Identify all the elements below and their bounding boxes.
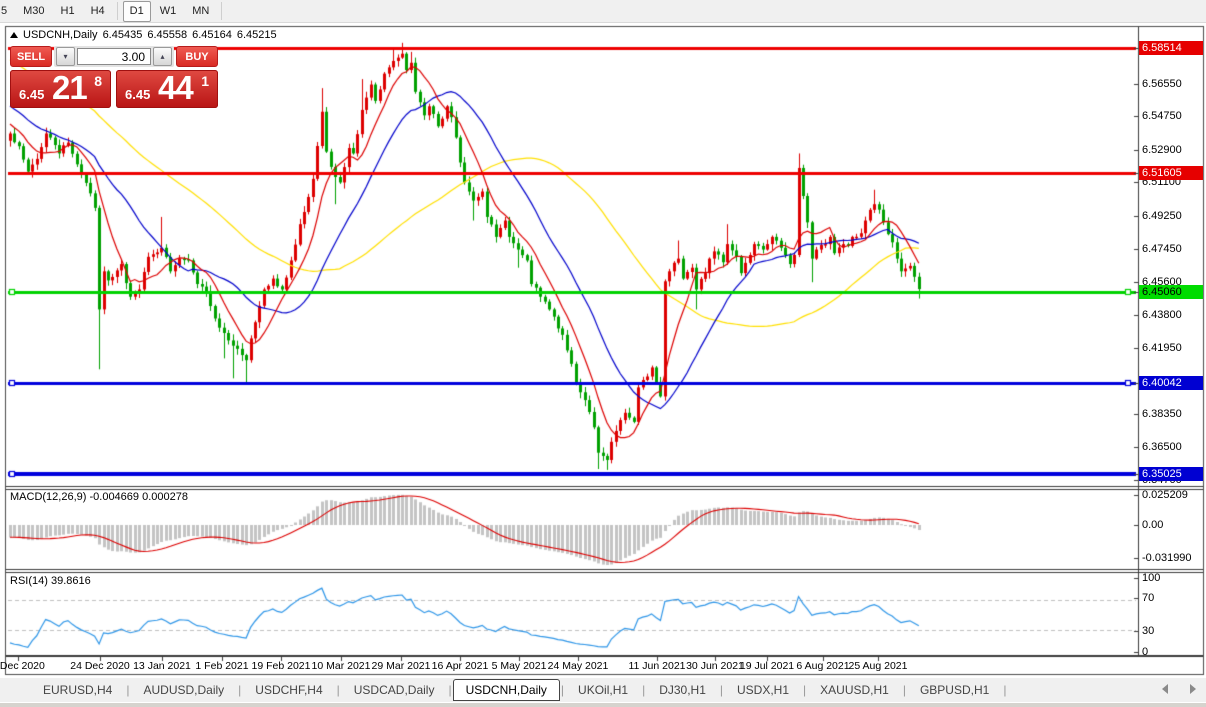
timeframe-button-H1[interactable]: H1 xyxy=(54,1,82,22)
axis-tick-label: 70 xyxy=(1142,592,1154,604)
timeframe-button-5[interactable]: 5 xyxy=(0,1,14,22)
tab-scroll-left-icon[interactable] xyxy=(1162,684,1168,694)
date-tick-label: 25 Aug 2021 xyxy=(849,660,908,672)
date-tick-label: 30 Jun 2021 xyxy=(686,660,744,672)
timeframe-button-M30[interactable]: M30 xyxy=(16,1,51,22)
axis-tick-label: 6.36500 xyxy=(1142,441,1182,453)
chart-tab-gbpusd-h1[interactable]: GBPUSD,H1 xyxy=(907,680,1002,700)
date-tick-label: 29 Mar 2021 xyxy=(372,660,431,672)
ohlc-high: 6.45558 xyxy=(147,29,187,41)
timeframe-button-D1[interactable]: D1 xyxy=(123,1,151,22)
chart-tab-eurusd-h4[interactable]: EURUSD,H4 xyxy=(30,680,125,700)
status-strip xyxy=(0,702,1206,707)
buy-price-box[interactable]: 6.45 44 1 xyxy=(116,70,218,108)
tab-separator: | xyxy=(561,683,564,697)
tab-separator: | xyxy=(126,683,129,697)
tab-separator: | xyxy=(238,683,241,697)
price-line-badge: 6.58514 xyxy=(1139,41,1203,55)
date-tick-label: 6 Aug 2021 xyxy=(796,660,849,672)
price-line-badge: 6.35025 xyxy=(1139,467,1203,481)
volume-input[interactable] xyxy=(77,48,151,65)
ohlc-low: 6.45164 xyxy=(192,29,232,41)
axis-tick-label: 6.43800 xyxy=(1142,309,1182,321)
axis-tick-label: 6.54750 xyxy=(1142,110,1182,122)
axis-tick-label: 6.49250 xyxy=(1142,210,1182,222)
date-tick-label: 5 May 2021 xyxy=(492,660,547,672)
collapse-chart-icon[interactable] xyxy=(10,32,18,38)
tab-separator: | xyxy=(1003,683,1006,697)
ohlc-close: 6.45215 xyxy=(237,29,277,41)
buy-price-big: 44 xyxy=(158,69,193,107)
ohlc-open: 6.45435 xyxy=(103,29,143,41)
chart-tab-usdcad-daily[interactable]: USDCAD,Daily xyxy=(341,680,448,700)
date-tick-label: 10 Mar 2021 xyxy=(312,660,371,672)
rsi-label: RSI(14) 39.8616 xyxy=(10,575,91,587)
macd-label: MACD(12,26,9) -0.004669 0.000278 xyxy=(10,491,188,503)
chart-symbol-label: USDCNH,Daily xyxy=(23,29,98,41)
volume-increase-button[interactable]: ▴ xyxy=(153,47,172,66)
timeframe-button-W1[interactable]: W1 xyxy=(153,1,184,22)
chart-tab-audusd-daily[interactable]: AUDUSD,Daily xyxy=(130,680,237,700)
axis-tick-label: 30 xyxy=(1142,625,1154,637)
sell-price-sup: 8 xyxy=(94,73,102,89)
sell-price-prefix: 6.45 xyxy=(19,87,44,102)
axis-tick-label: 0.00 xyxy=(1142,519,1163,531)
tab-separator: | xyxy=(803,683,806,697)
chart-tab-usdx-h1[interactable]: USDX,H1 xyxy=(724,680,802,700)
date-tick-label: 5 Dec 2020 xyxy=(0,660,45,672)
date-tick-label: 19 Jul 2021 xyxy=(740,660,794,672)
chart-title: USDCNH,Daily 6.45435 6.45558 6.45164 6.4521… xyxy=(10,29,277,41)
chart-tab-usdchf-h4[interactable]: USDCHF,H4 xyxy=(242,680,335,700)
axis-tick-label: 0 xyxy=(1142,646,1148,658)
mt4-chart-window: 5M30H1H4D1W1MN USDCNH,Daily 6.454356.455… xyxy=(0,0,1206,707)
volume-strip: ▾ ▴ xyxy=(54,46,174,67)
date-tick-label: 16 Apr 2021 xyxy=(432,660,489,672)
buy-button[interactable]: BUY xyxy=(176,46,218,67)
price-line-badge: 6.40042 xyxy=(1139,376,1203,390)
one-click-trade-panel: SELL ▾ ▴ BUY 6.45 21 8 6.45 44 1 xyxy=(10,46,218,108)
price-line-badge: 6.51605 xyxy=(1139,166,1203,180)
tab-scroll-right-icon[interactable] xyxy=(1190,684,1196,694)
date-tick-label: 19 Feb 2021 xyxy=(252,660,311,672)
chart-tab-xauusd-h1[interactable]: XAUUSD,H1 xyxy=(807,680,902,700)
tab-separator: | xyxy=(448,683,451,697)
timeframe-toolbar: 5M30H1H4 D1W1MN xyxy=(0,0,1206,23)
axis-tick-label: 6.52900 xyxy=(1142,144,1182,156)
buy-price-sup: 1 xyxy=(201,73,209,89)
sell-price-box[interactable]: 6.45 21 8 xyxy=(10,70,111,108)
date-tick-label: 13 Jan 2021 xyxy=(133,660,191,672)
chart-tab-ukoil-h1[interactable]: UKOil,H1 xyxy=(565,680,641,700)
buy-price-prefix: 6.45 xyxy=(125,87,150,102)
tab-separator: | xyxy=(903,683,906,697)
axis-tick-label: 6.56550 xyxy=(1142,78,1182,90)
sell-button[interactable]: SELL xyxy=(10,46,52,67)
price-line-badge: 6.45060 xyxy=(1139,285,1203,299)
tab-scroll-arrows xyxy=(1162,684,1196,694)
tab-separator: | xyxy=(642,683,645,697)
timeframe-button-H4[interactable]: H4 xyxy=(84,1,112,22)
timeframe-button-MN[interactable]: MN xyxy=(185,1,216,22)
tab-separator: | xyxy=(337,683,340,697)
axis-tick-label: 100 xyxy=(1142,572,1160,584)
chart-tab-bar: EURUSD,H4|AUDUSD,Daily|USDCHF,H4|USDCAD,… xyxy=(0,678,1206,702)
axis-tick-label: 6.47450 xyxy=(1142,243,1182,255)
sell-price-big: 21 xyxy=(52,69,87,107)
tab-separator: | xyxy=(720,683,723,697)
axis-tick-label: -0.031990 xyxy=(1142,552,1192,564)
axis-tick-label: 6.41950 xyxy=(1142,342,1182,354)
axis-tick-label: 0.025209 xyxy=(1142,489,1188,501)
chart-tab-usdcnh-daily[interactable]: USDCNH,Daily xyxy=(453,679,560,701)
volume-decrease-button[interactable]: ▾ xyxy=(56,47,75,66)
date-tick-label: 11 Jun 2021 xyxy=(628,660,685,672)
date-tick-label: 24 May 2021 xyxy=(548,660,609,672)
date-tick-label: 1 Feb 2021 xyxy=(195,660,248,672)
chart-tab-dj30-h1[interactable]: DJ30,H1 xyxy=(646,680,719,700)
axis-tick-label: 6.38350 xyxy=(1142,408,1182,420)
date-tick-label: 24 Dec 2020 xyxy=(70,660,130,672)
